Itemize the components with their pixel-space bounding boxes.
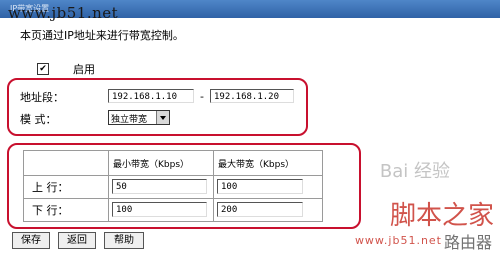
- upload-min-input[interactable]: 50: [112, 179, 207, 194]
- help-button[interactable]: 帮助: [104, 232, 144, 249]
- download-max-input[interactable]: 200: [217, 202, 303, 217]
- baidu-watermark: Bai 经验: [379, 161, 450, 182]
- address-separator: -: [200, 90, 204, 103]
- chevron-down-icon[interactable]: [156, 111, 169, 124]
- enable-row: ✔ 启用: [37, 61, 95, 77]
- site-watermark-logo: 脚本之家: [389, 201, 494, 231]
- mode-label: 模 式：: [20, 113, 57, 126]
- download-label: 下 行：: [23, 198, 109, 222]
- address-start-input[interactable]: 192.168.1.10: [108, 89, 194, 103]
- max-bandwidth-header: 最大带宽（Kbps）: [213, 150, 323, 176]
- upload-label: 上 行：: [23, 175, 109, 199]
- table-header-row: 最小带宽（Kbps） 最大带宽（Kbps）: [23, 150, 323, 176]
- address-range-label: 地址段：: [20, 91, 64, 104]
- table-row: 上 行： 50 100: [23, 175, 323, 199]
- min-bandwidth-header: 最小带宽（Kbps）: [108, 150, 214, 176]
- bandwidth-table: 最小带宽（Kbps） 最大带宽（Kbps） 上 行： 50 100 下 行： 1…: [23, 150, 323, 222]
- enable-label: 启用: [73, 63, 95, 76]
- back-button[interactable]: 返回: [58, 232, 96, 249]
- upload-max-input[interactable]: 100: [217, 179, 303, 194]
- watermark-url-top: www.jb51.net: [8, 4, 119, 22]
- router-watermark: 路由器: [443, 233, 492, 252]
- enable-checkbox[interactable]: ✔: [37, 63, 49, 75]
- download-min-input[interactable]: 100: [112, 202, 207, 217]
- mode-select-value: 独立带宽: [111, 115, 148, 125]
- page-description: 本页通过IP地址来进行带宽控制。: [20, 29, 184, 42]
- site-watermark-url: www.jb51.net: [354, 234, 442, 247]
- table-header-cell: [23, 150, 109, 176]
- address-end-input[interactable]: 192.168.1.20: [210, 89, 294, 103]
- table-row: 下 行： 100 200: [23, 198, 323, 222]
- mode-select[interactable]: 独立带宽: [108, 110, 170, 125]
- save-button[interactable]: 保存: [12, 232, 50, 249]
- address-highlight-box: [7, 78, 308, 136]
